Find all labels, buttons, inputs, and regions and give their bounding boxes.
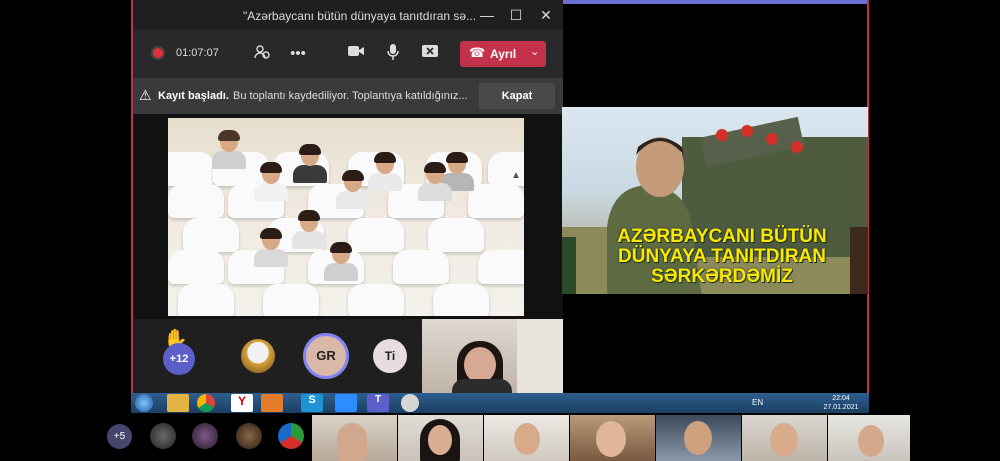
minimize-icon[interactable]: —: [476, 5, 498, 25]
participant-video-tile: [398, 415, 483, 461]
participant-video-tile: [570, 415, 655, 461]
meeting-toolbar: 01:07:07 ••• ☎ Ayrıl ⌄: [133, 30, 563, 78]
participant-video-tile: [484, 415, 569, 461]
participant-video-tile: [828, 415, 910, 461]
skype-icon[interactable]: S: [301, 394, 323, 412]
stop-sharing-icon[interactable]: [419, 43, 441, 65]
taskbar-clock[interactable]: 22:04 27.01.2021: [821, 394, 861, 412]
participant-avatar[interactable]: [241, 339, 275, 373]
title-bar: "Azərbaycanı bütün dünyaya tanıtdıran sə…: [133, 0, 563, 30]
microphone-icon[interactable]: [382, 43, 404, 65]
chevron-down-icon[interactable]: ⌄: [530, 45, 539, 58]
participant-avatar[interactable]: [236, 423, 262, 449]
start-button-icon[interactable]: [135, 394, 153, 412]
maximize-icon[interactable]: ☐: [505, 5, 527, 25]
teams-meeting-window: "Azərbaycanı bütün dünyaya tanıtdıran sə…: [131, 0, 563, 393]
participant-row: ✋ +12 GR Ti: [133, 319, 563, 393]
warning-icon: ⚠: [139, 87, 152, 103]
recording-icon: [153, 48, 163, 58]
participant-avatar[interactable]: [192, 423, 218, 449]
participant-avatar-gr[interactable]: GR: [303, 333, 349, 379]
window-title: "Azərbaycanı bütün dünyaya tanıtdıran sə…: [243, 9, 477, 23]
app-icon[interactable]: [401, 394, 419, 412]
windows-taskbar: Y S T EN 22:04 27.01.2021: [131, 393, 869, 415]
yandex-icon[interactable]: Y: [231, 394, 253, 412]
together-mode-scene: ▲: [168, 118, 524, 316]
recording-message: Bu toplantı kaydediliyor. Toplantıya kat…: [233, 90, 468, 102]
more-options-icon[interactable]: •••: [287, 43, 309, 65]
shared-slide: AZƏRBAYCANI BÜTÜN DÜNYAYA TANITDIRAN SƏR…: [562, 107, 868, 294]
close-banner-button[interactable]: Kapat: [479, 83, 555, 109]
file-explorer-icon[interactable]: [167, 394, 189, 412]
participant-avatar-ti[interactable]: Ti: [373, 339, 407, 373]
teams-icon[interactable]: T: [367, 394, 389, 412]
clock-time: 22:04: [832, 395, 850, 402]
meeting-timer: 01:07:07: [176, 47, 219, 59]
media-player-icon[interactable]: [261, 394, 283, 412]
participants-icon[interactable]: [251, 43, 273, 65]
participant-video-tile: [312, 415, 397, 461]
leave-button[interactable]: ☎ Ayrıl ⌄: [460, 41, 546, 67]
presenter-video: [422, 319, 563, 393]
overflow-participants-count[interactable]: +5: [107, 424, 132, 449]
phone-hangup-icon: ☎: [469, 45, 486, 60]
participant-avatar[interactable]: [150, 423, 176, 449]
chrome-icon[interactable]: [197, 394, 215, 412]
zoom-icon[interactable]: [335, 394, 357, 412]
raised-hands-count[interactable]: +12: [163, 343, 195, 375]
mouse-cursor-icon: ▲: [511, 170, 521, 181]
participant-video-tile: [742, 415, 827, 461]
meeting-stage: ▲: [133, 114, 563, 319]
slide-title: AZƏRBAYCANI BÜTÜN DÜNYAYA TANITDIRAN SƏR…: [617, 226, 827, 287]
recording-banner: ⚠ Kayıt başladı. Bu toplantı kaydediliyo…: [133, 78, 563, 114]
recording-started-label: Kayıt başladı.: [158, 90, 229, 102]
leave-label: Ayrıl: [490, 47, 517, 61]
clock-date: 27.01.2021: [823, 404, 859, 411]
camera-icon[interactable]: [345, 43, 367, 65]
close-icon[interactable]: ✕: [535, 5, 557, 25]
language-indicator[interactable]: EN: [752, 398, 763, 407]
screen-share-indicator: [561, 0, 869, 4]
participant-video-tile: [656, 415, 741, 461]
participant-avatar[interactable]: [278, 423, 304, 449]
